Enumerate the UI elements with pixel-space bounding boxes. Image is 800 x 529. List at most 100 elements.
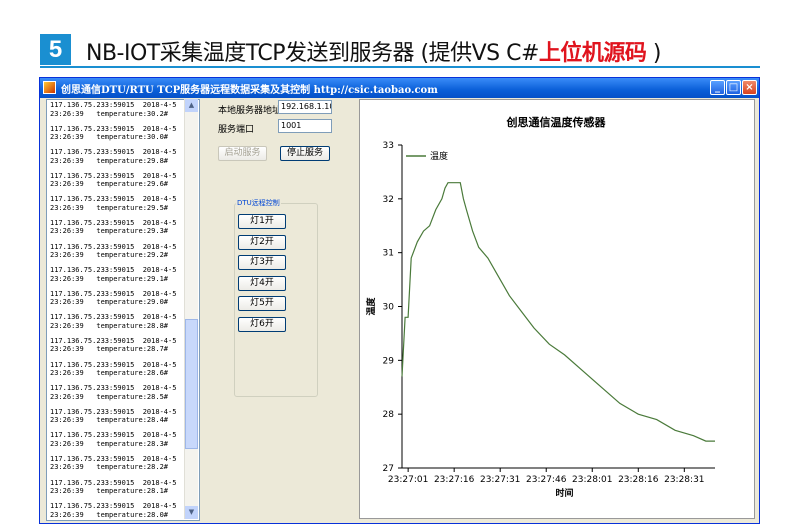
x-axis-label: 时间 xyxy=(555,487,573,499)
log-entry-line1: 117.136.75.233:59015 2018-4-5 xyxy=(50,502,177,511)
window-titlebar[interactable]: 创思通信DTU/RTU TCP服务器远程数据采集及其控制 http://csic… xyxy=(40,78,759,98)
temperature-chart: 创思通信温度传感器 27 28 29 30 31 32 33 23:27:01 23:27:16 2… xyxy=(359,99,755,519)
log-entry[interactable]: 117.136.75.233:59015 2018-4-5 23:26:39 te… xyxy=(47,360,199,384)
log-entry-line1: 117.136.75.233:59015 2018-4-5 xyxy=(50,124,177,133)
step-number-badge: 5 xyxy=(40,34,71,65)
scroll-down-icon[interactable]: ▼ xyxy=(185,506,198,519)
log-entry-line1: 117.136.75.233:59015 2018-4-5 xyxy=(50,195,177,204)
log-entry[interactable]: 117.136.75.233:59015 2018-4-5 23:26:39 te… xyxy=(47,430,199,454)
log-entry-line2: 23:26:39 temperature:30.2# xyxy=(50,109,169,118)
log-entry[interactable]: 117.136.75.233:59015 2018-4-5 23:26:39 te… xyxy=(47,218,199,242)
log-entry[interactable]: 117.136.75.233:59015 2018-4-5 23:26:39 te… xyxy=(47,100,199,124)
y-tick-label: 33 xyxy=(383,141,394,151)
light-4-on-button[interactable]: 灯4开 xyxy=(238,275,286,291)
log-entry-line1: 117.136.75.233:59015 2018-4-5 xyxy=(50,313,177,322)
heading-tail-text: ) xyxy=(646,41,662,66)
light-3-on-button[interactable]: 灯3开 xyxy=(238,255,286,270)
log-entry[interactable]: 117.136.75.233:59015 2018-4-5 23:26:39 te… xyxy=(47,454,199,478)
log-entry[interactable]: 117.136.75.233:59015 2018-4-5 23:26:39 te… xyxy=(47,478,199,502)
light-1-on-button[interactable]: 灯1开 xyxy=(238,214,286,229)
log-entry[interactable]: 117.136.75.233:59015 2018-4-5 23:26:39 te… xyxy=(47,501,199,520)
log-entry[interactable]: 117.136.75.233:59015 2018-4-5 23:26:39 te… xyxy=(47,171,199,195)
heading-main-text: NB-IOT采集温度TCP发送到服务器 (提供VS C# xyxy=(86,41,539,66)
x-tick-label: 23:28:16 xyxy=(618,475,659,485)
log-entry-line1: 117.136.75.233:59015 2018-4-5 xyxy=(50,360,177,369)
log-entry[interactable]: 117.136.75.233:59015 2018-4-5 23:26:39 te… xyxy=(47,124,199,148)
log-entry-line2: 23:26:39 temperature:29.2# xyxy=(50,251,169,260)
x-tick-label: 23:27:46 xyxy=(526,475,567,485)
log-entry-line1: 117.136.75.233:59015 2018-4-5 xyxy=(50,407,177,416)
scroll-up-icon[interactable]: ▲ xyxy=(185,99,198,112)
log-entry-line2: 23:26:39 temperature:28.5# xyxy=(50,392,169,401)
log-entry-line1: 117.136.75.233:59015 2018-4-5 xyxy=(50,289,177,298)
legend-label: 温度 xyxy=(430,150,448,162)
dtu-control-group-title: DTU远程控制 xyxy=(236,198,281,208)
x-tick-label: 23:27:16 xyxy=(434,475,475,485)
log-entry[interactable]: 117.136.75.233:59015 2018-4-5 23:26:39 te… xyxy=(47,383,199,407)
log-scrollbar[interactable]: ▲ ▼ xyxy=(184,99,198,519)
receive-log-listbox[interactable]: 117.136.75.233:59015 2018-4-5 23:26:39 te… xyxy=(46,99,200,521)
x-tick-label: 23:28:01 xyxy=(572,475,612,485)
app-icon xyxy=(43,81,56,94)
y-tick-label: 28 xyxy=(383,410,395,420)
y-tick-label: 29 xyxy=(383,356,395,366)
log-entry-line2: 23:26:39 temperature:29.8# xyxy=(50,156,169,165)
scrollbar-thumb[interactable] xyxy=(185,319,198,449)
log-entry-line2: 23:26:39 temperature:28.7# xyxy=(50,345,169,354)
heading-underline xyxy=(40,66,760,68)
light-2-on-button[interactable]: 灯2开 xyxy=(238,234,286,250)
log-entry-line1: 117.136.75.233:59015 2018-4-5 xyxy=(50,454,177,463)
log-entry-line2: 23:26:39 temperature:29.5# xyxy=(50,203,169,212)
log-entry-line2: 23:26:39 temperature:30.0# xyxy=(50,133,169,142)
log-entry-line2: 23:26:39 temperature:28.1# xyxy=(50,487,169,495)
log-entry-line1: 117.136.75.233:59015 2018-4-5 xyxy=(50,218,177,227)
log-entry[interactable]: 117.136.75.233:59015 2018-4-5 23:26:39 te… xyxy=(47,312,199,336)
log-entry-line1: 117.136.75.233:59015 2018-4-5 xyxy=(50,242,177,251)
page-heading: NB-IOT采集温度TCP发送到服务器 (提供VS C#上位机源码 ) xyxy=(86,35,661,67)
close-button[interactable]: × xyxy=(742,80,757,95)
log-entry-line1: 117.136.75.233:59015 2018-4-5 xyxy=(50,384,177,393)
light-6-on-button[interactable]: 灯6开 xyxy=(238,316,286,332)
light-5-on-button[interactable]: 灯5开 xyxy=(238,296,286,311)
x-tick-label: 23:27:31 xyxy=(480,475,520,485)
y-axis-label: 温度 xyxy=(365,297,377,316)
maximize-button[interactable]: □ xyxy=(726,80,741,95)
y-tick-label: 32 xyxy=(383,195,394,205)
start-service-button[interactable]: 启动服务 xyxy=(218,146,267,161)
log-entry-line2: 23:26:39 temperature:29.6# xyxy=(50,180,169,189)
log-entry-line2: 23:26:39 temperature:28.4# xyxy=(50,416,169,425)
log-entry[interactable]: 117.136.75.233:59015 2018-4-5 23:26:39 te… xyxy=(47,147,199,171)
log-entry-line2: 23:26:39 temperature:28.0# xyxy=(50,510,169,519)
log-entry[interactable]: 117.136.75.233:59015 2018-4-5 23:26:39 te… xyxy=(47,194,199,218)
x-tick-label: 23:27:01 xyxy=(388,475,428,485)
log-entry-line1: 117.136.75.233:59015 2018-4-5 xyxy=(50,266,177,275)
server-address-input[interactable]: 192.168.1.106 xyxy=(278,100,332,114)
log-entry[interactable]: 117.136.75.233:59015 2018-4-5 23:26:39 te… xyxy=(47,265,199,289)
log-entry[interactable]: 117.136.75.233:59015 2018-4-5 23:26:39 te… xyxy=(47,289,199,313)
log-entry[interactable]: 117.136.75.233:59015 2018-4-5 23:26:39 te… xyxy=(47,336,199,360)
log-entries: 117.136.75.233:59015 2018-4-5 23:26:39 te… xyxy=(47,100,199,520)
log-entry-line1: 117.136.75.233:59015 2018-4-5 xyxy=(50,171,177,180)
log-entry-line1: 117.136.75.233:59015 2018-4-5 xyxy=(50,431,177,440)
window-title: 创思通信DTU/RTU TCP服务器远程数据采集及其控制 http://csic… xyxy=(61,85,438,96)
log-entry-line2: 23:26:39 temperature:29.0# xyxy=(50,298,169,307)
log-entry[interactable]: 117.136.75.233:59015 2018-4-5 23:26:39 te… xyxy=(47,407,199,431)
log-entry-line2: 23:26:39 temperature:29.3# xyxy=(50,227,169,236)
y-tick-label: 31 xyxy=(383,249,394,259)
server-port-input[interactable]: 1001 xyxy=(278,119,332,133)
log-entry-line1: 117.136.75.233:59015 2018-4-5 xyxy=(50,336,177,345)
log-entry-line1: 117.136.75.233:59015 2018-4-5 xyxy=(50,101,177,109)
log-entry[interactable]: 117.136.75.233:59015 2018-4-5 23:26:39 te… xyxy=(47,242,199,266)
y-tick-label: 30 xyxy=(383,303,395,313)
series-line-0 xyxy=(401,182,715,442)
minimize-button[interactable]: _ xyxy=(710,80,725,95)
stop-service-button[interactable]: 停止服务 xyxy=(280,146,330,161)
app-window: 创思通信DTU/RTU TCP服务器远程数据采集及其控制 http://csic… xyxy=(39,77,760,524)
log-entry-line1: 117.136.75.233:59015 2018-4-5 xyxy=(50,148,177,157)
server-port-label: 服务端口 xyxy=(218,125,255,135)
chart-title: 创思通信温度传感器 xyxy=(506,115,607,129)
log-entry-line2: 23:26:39 temperature:28.6# xyxy=(50,369,169,378)
log-entry-line2: 23:26:39 temperature:28.8# xyxy=(50,321,169,330)
log-entry-line2: 23:26:39 temperature:28.3# xyxy=(50,439,169,448)
chart-svg: 创思通信温度传感器 27 28 29 30 31 32 33 23:27:01 23:27:16 2… xyxy=(365,115,715,499)
